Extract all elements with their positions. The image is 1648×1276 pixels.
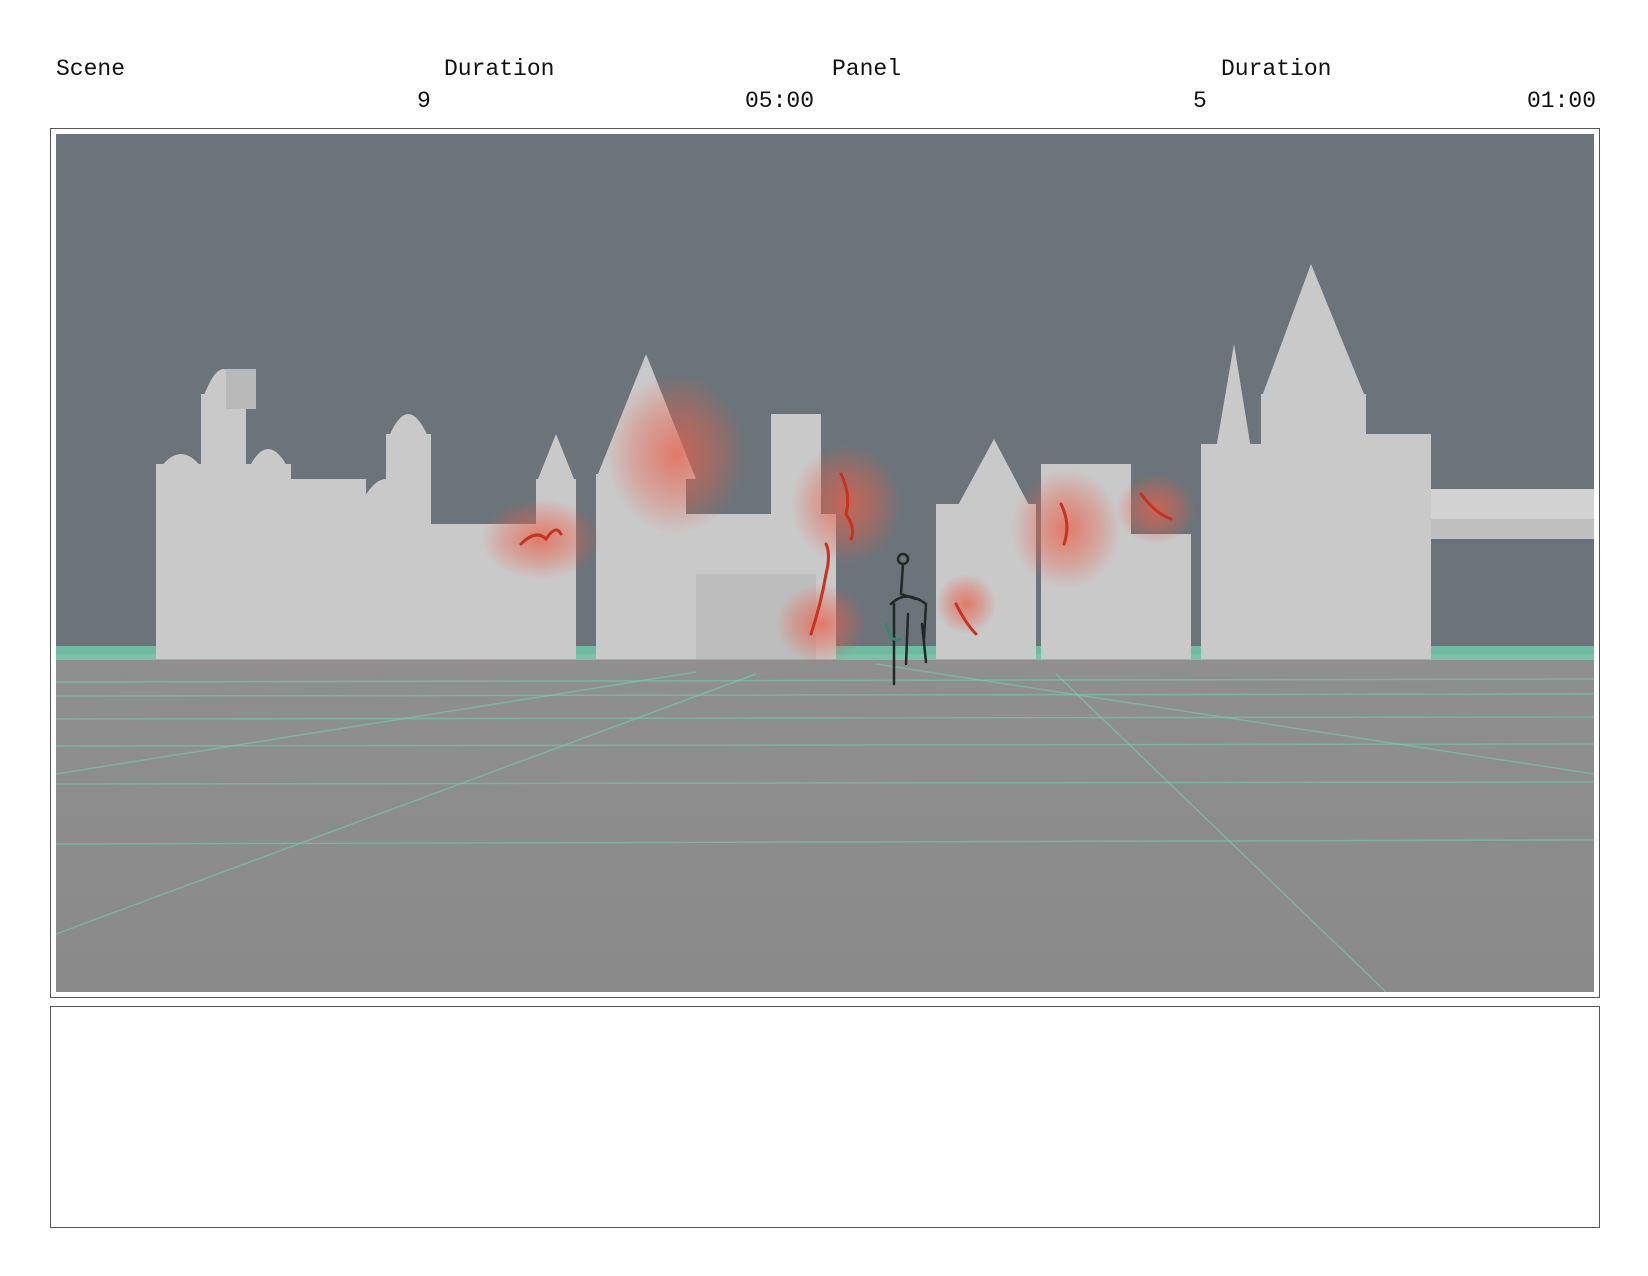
panel-notes-box <box>50 1006 1600 1228</box>
scene-duration-value: 05:00 <box>745 88 815 114</box>
panel-number: 5 <box>1193 88 1207 114</box>
panel-duration-value: 01:00 <box>1526 88 1596 114</box>
storyboard-artwork <box>56 134 1594 992</box>
ground <box>56 654 1594 992</box>
scene-number: 9 <box>417 88 431 114</box>
panel-duration-label: Duration <box>1221 56 1332 82</box>
scene-duration-label: Duration <box>444 56 555 82</box>
scene-label: Scene <box>56 56 126 82</box>
panel-label: Panel <box>832 56 902 82</box>
storyboard-frame <box>50 128 1600 998</box>
